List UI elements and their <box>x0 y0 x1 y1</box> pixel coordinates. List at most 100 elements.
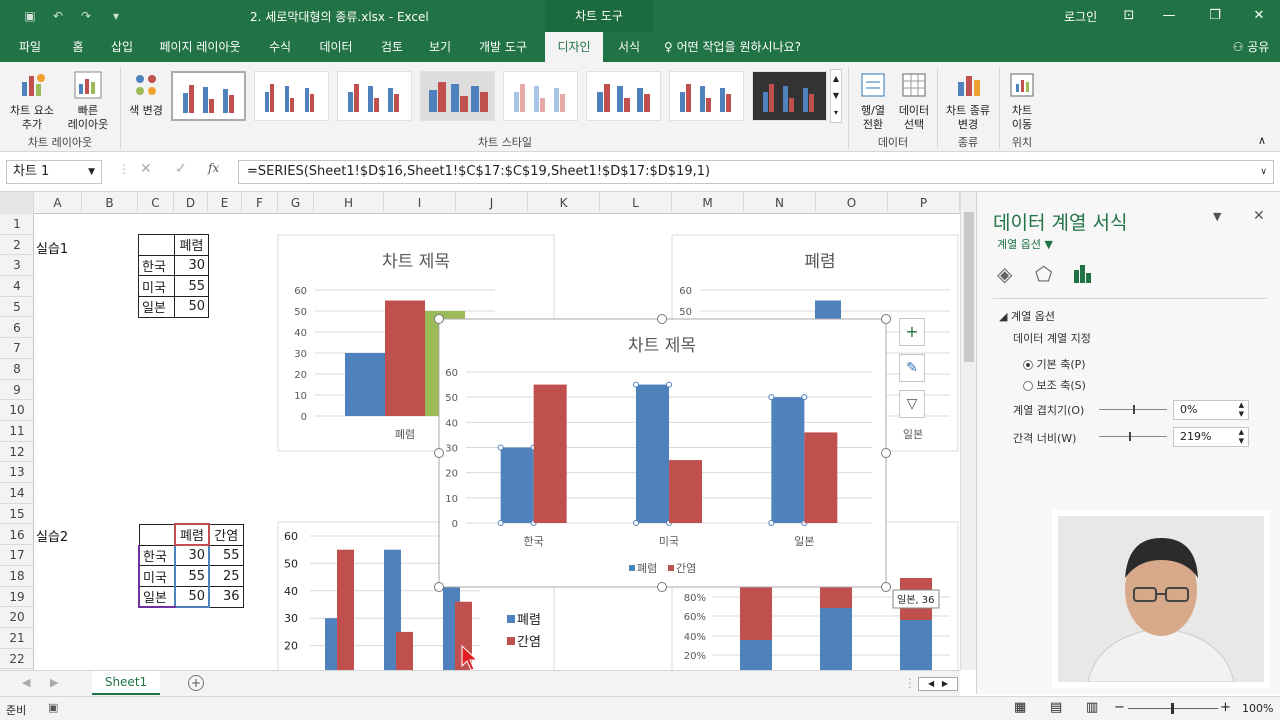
chart-style-4[interactable] <box>420 71 495 121</box>
column-header-i[interactable]: I <box>384 192 456 214</box>
chart-style-5[interactable] <box>503 71 578 121</box>
save-icon[interactable]: ▣ <box>22 8 38 24</box>
tab-formulas[interactable]: 수식 <box>260 32 300 62</box>
column-header-e[interactable]: E <box>208 192 242 214</box>
column-header-l[interactable]: L <box>600 192 672 214</box>
gap-width-slider[interactable] <box>1099 432 1167 441</box>
section-series-options[interactable]: ◢ 계열 옵션 <box>999 308 1055 324</box>
chart-bar[interactable] <box>533 384 567 523</box>
tab-file[interactable]: 파일 <box>10 32 50 62</box>
chart-bar[interactable] <box>396 631 413 670</box>
row-header-11[interactable]: 11 <box>0 421 34 442</box>
chart-bar[interactable] <box>636 384 669 523</box>
column-header-m[interactable]: M <box>672 192 744 214</box>
page-break-view-icon[interactable]: ▥ <box>1086 700 1098 715</box>
login-link[interactable]: 로그인 <box>1064 8 1097 25</box>
chart-style-8[interactable] <box>752 71 827 121</box>
zoom-out-icon[interactable]: − <box>1114 700 1125 715</box>
change-chart-type-button[interactable]: 차트 종류 변경 <box>940 70 996 132</box>
chart-bar[interactable] <box>385 300 425 417</box>
name-box[interactable]: 차트 1 ▼ <box>6 160 102 184</box>
chart-bar[interactable] <box>669 460 702 523</box>
series-options-dropdown[interactable]: 계열 옵션 ▼ <box>997 236 1053 252</box>
share-button[interactable]: ⚇ 공유 <box>1228 32 1274 62</box>
series-overlap-slider[interactable] <box>1099 405 1167 414</box>
page-layout-view-icon[interactable]: ▤ <box>1050 700 1062 715</box>
column-header-g[interactable]: G <box>278 192 314 214</box>
tab-view[interactable]: 보기 <box>420 32 460 62</box>
row-header-9[interactable]: 9 <box>0 380 34 401</box>
primary-axis-radio[interactable]: 기본 축(P) <box>1023 356 1086 372</box>
tab-developer[interactable]: 개발 도구 <box>470 32 536 62</box>
row-header-1[interactable]: 1 <box>0 214 34 235</box>
chart-bar[interactable] <box>740 580 772 640</box>
gap-width-input[interactable]: 219% ▲ ▼ <box>1173 427 1249 447</box>
spinner-icon[interactable]: ▲ ▼ <box>1239 428 1244 446</box>
series-options-bar-icon[interactable] <box>1073 264 1093 284</box>
customize-qat-icon[interactable]: ▾ <box>108 8 124 24</box>
tab-page-layout[interactable]: 페이지 레이아웃 <box>150 32 250 62</box>
row-header-3[interactable]: 3 <box>0 255 34 277</box>
close-icon[interactable]: ✕ <box>1236 0 1280 32</box>
column-header-d[interactable]: D <box>174 192 208 214</box>
styles-gallery-scroll[interactable]: ▲ ▼ ▾ <box>830 69 842 123</box>
vertical-scrollbar[interactable] <box>960 192 976 670</box>
spinner-icon[interactable]: ▲ ▼ <box>1239 401 1244 419</box>
chart-bar[interactable] <box>820 608 852 670</box>
macro-record-icon[interactable]: ▣ <box>48 701 58 714</box>
horizontal-scrollbar[interactable]: ◀ ▶ <box>918 677 958 691</box>
zoom-slider-knob[interactable] <box>1171 703 1174 714</box>
pane-close-icon[interactable]: ✕ <box>1253 208 1265 224</box>
row-header-22[interactable]: 22 <box>0 649 34 670</box>
row-header-4[interactable]: 4 <box>0 276 34 297</box>
row-header-14[interactable]: 14 <box>0 483 34 504</box>
row-header-12[interactable]: 12 <box>0 442 34 463</box>
prev-sheet-icon[interactable]: ◀ <box>22 676 30 689</box>
row-header-2[interactable]: 2 <box>0 235 34 256</box>
chart-bar[interactable] <box>740 640 772 670</box>
normal-view-icon[interactable]: ▦ <box>1014 700 1026 715</box>
row-header-13[interactable]: 13 <box>0 462 34 484</box>
tab-design[interactable]: 디자인 <box>545 32 603 62</box>
next-sheet-icon[interactable]: ▶ <box>50 676 58 689</box>
select-all-corner[interactable] <box>0 192 34 214</box>
series-overlap-input[interactable]: 0% ▲ ▼ <box>1173 400 1249 420</box>
row-header-18[interactable]: 18 <box>0 566 34 587</box>
tab-data[interactable]: 데이터 <box>312 32 360 62</box>
chart-bar[interactable] <box>771 397 805 523</box>
restore-icon[interactable]: ❐ <box>1192 0 1238 32</box>
column-header-a[interactable]: A <box>34 192 82 214</box>
slider-knob[interactable] <box>1128 432 1131 441</box>
chart-elements-plus-icon[interactable]: + <box>899 318 925 346</box>
cancel-icon[interactable]: ✕ <box>140 161 152 177</box>
chart-bar[interactable] <box>500 447 534 524</box>
row-header-17[interactable]: 17 <box>0 545 34 566</box>
chart-bar[interactable] <box>345 353 385 416</box>
chart-filter-icon[interactable]: ▽ <box>899 390 925 418</box>
row-header-8[interactable]: 8 <box>0 359 34 380</box>
zoom-level[interactable]: 100% <box>1242 702 1273 715</box>
sheet-tab-sheet1[interactable]: Sheet1 <box>92 671 160 695</box>
column-header-f[interactable]: F <box>242 192 278 214</box>
secondary-axis-radio[interactable]: 보조 축(S) <box>1023 377 1086 393</box>
insert-function-icon[interactable]: fx <box>208 161 219 175</box>
formula-input[interactable]: =SERIES(Sheet1!$D$16,Sheet1!$C$17:$C$19,… <box>238 160 1274 184</box>
row-header-21[interactable]: 21 <box>0 628 34 649</box>
chart-style-2[interactable] <box>254 71 329 121</box>
chart-style-6[interactable] <box>586 71 661 121</box>
column-header-k[interactable]: K <box>528 192 600 214</box>
chart-style-1[interactable] <box>171 71 246 121</box>
row-header-16[interactable]: 16 <box>0 525 34 546</box>
minimize-icon[interactable]: — <box>1146 0 1192 32</box>
redo-icon[interactable]: ↷ <box>78 8 94 24</box>
scroll-thumb[interactable] <box>964 212 974 362</box>
column-header-c[interactable]: C <box>138 192 174 214</box>
collapse-ribbon-icon[interactable]: ∧ <box>1258 134 1266 147</box>
tab-home[interactable]: 홈 <box>60 32 96 62</box>
enter-icon[interactable]: ✓ <box>175 161 187 177</box>
tab-insert[interactable]: 삽입 <box>102 32 142 62</box>
add-sheet-icon[interactable]: + <box>188 675 204 691</box>
zoom-slider[interactable] <box>1128 703 1218 714</box>
tell-me-box[interactable]: ♀ 어떤 작업을 원하시나요? <box>664 32 814 62</box>
row-header-6[interactable]: 6 <box>0 318 34 339</box>
